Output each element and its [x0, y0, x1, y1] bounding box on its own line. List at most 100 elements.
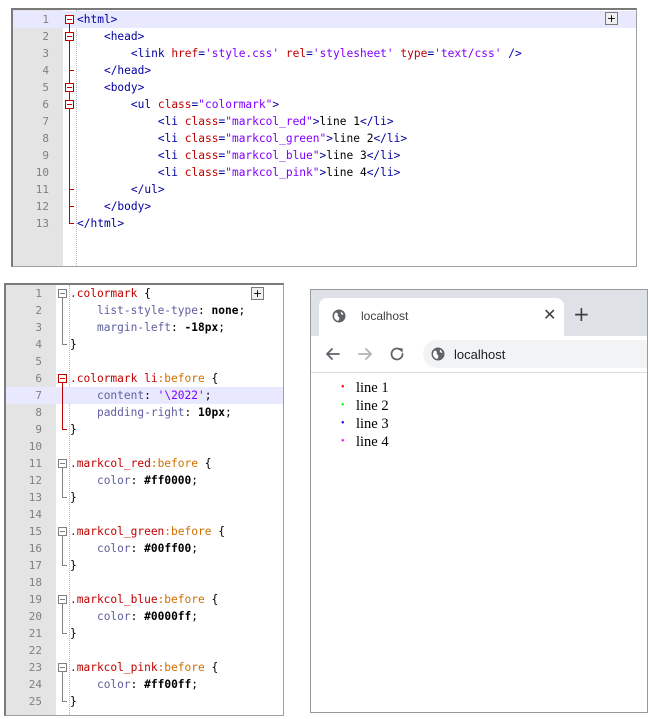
fold-collapse-icon[interactable]: [65, 83, 74, 92]
code-line[interactable]: 8 padding-right: 10px;: [6, 404, 283, 421]
forward-arrow-icon[interactable]: [355, 344, 375, 364]
fold-collapse-icon[interactable]: [58, 459, 67, 468]
line-number: 10: [28, 440, 42, 453]
code-line[interactable]: 9}: [6, 421, 283, 438]
fold-end-marker: [69, 206, 74, 207]
code-line[interactable]: 9 <li class="markcol_blue">line 3</li>: [13, 147, 636, 164]
line-number: 6: [35, 372, 42, 385]
code-line[interactable]: 24 color: #ff00ff;: [6, 676, 283, 693]
code-line[interactable]: 25}: [6, 693, 283, 710]
css-code-editor[interactable]: 1 .colormark {2 list-style-type: none; 3 m…: [4, 283, 284, 716]
code-line[interactable]: 5: [6, 353, 283, 370]
fold-collapse-icon[interactable]: [58, 527, 67, 536]
close-icon[interactable]: ✕: [543, 306, 556, 324]
line-number: 16: [28, 542, 42, 555]
line-number: 4: [42, 64, 49, 77]
code-line[interactable]: 7 <li class="markcol_red">line 1</li>: [13, 113, 636, 130]
fold-collapse-icon[interactable]: [58, 289, 67, 298]
code-text: color: #00ff00;: [96, 542, 199, 555]
tab-localhost[interactable]: localhost ✕: [319, 298, 564, 336]
code-line[interactable]: 20 color: #0000ff;: [6, 608, 283, 625]
line-number: 7: [42, 115, 49, 128]
tab-strip: localhost ✕ +: [311, 290, 647, 336]
html-code-editor[interactable]: 1 <html> 2 <head> 3 <link href='style.css' …: [11, 8, 637, 267]
code-line[interactable]: 2 <head>: [13, 28, 636, 45]
line-number: 6: [42, 98, 49, 111]
reload-icon[interactable]: [387, 344, 407, 364]
code-line[interactable]: 18: [6, 574, 283, 591]
line-number: 8: [42, 132, 49, 145]
code-line[interactable]: 8 <li class="markcol_green">line 2</li>: [13, 130, 636, 147]
code-line[interactable]: 6 .colormark li:before {: [6, 370, 283, 387]
fold-end-marker: [69, 223, 74, 224]
line-number: 2: [42, 30, 49, 43]
code-line[interactable]: 12 color: #ff0000;: [6, 472, 283, 489]
line-number: 18: [28, 576, 42, 589]
line-number: 9: [42, 149, 49, 162]
code-line[interactable]: 19 .markcol_blue:before {: [6, 591, 283, 608]
line-number: 24: [28, 678, 42, 691]
fold-end-marker: [69, 70, 74, 71]
fold-collapse-icon[interactable]: [58, 374, 67, 383]
address-text: localhost: [454, 347, 506, 362]
fold-collapse-icon[interactable]: [58, 595, 67, 604]
code-line[interactable]: 4}: [6, 336, 283, 353]
new-tab-button[interactable]: +: [573, 304, 590, 324]
line-number: 19: [28, 593, 42, 606]
code-text: color: #ff0000;: [96, 474, 199, 487]
code-line[interactable]: 16 color: #00ff00;: [6, 540, 283, 557]
bullet-icon: •: [341, 400, 345, 411]
fold-collapse-icon[interactable]: [65, 32, 74, 41]
code-line[interactable]: 11 </ul>: [13, 181, 636, 198]
back-arrow-icon[interactable]: [323, 344, 343, 364]
fold-toggle-button[interactable]: +: [251, 287, 264, 300]
code-text: color: #0000ff;: [96, 610, 199, 623]
code-text: <li class="markcol_green">line 2</li>: [157, 132, 408, 145]
fold-collapse-icon[interactable]: [65, 100, 74, 109]
code-line[interactable]: 7 content: '\2022';: [6, 387, 283, 404]
code-line[interactable]: 15 .markcol_green:before {: [6, 523, 283, 540]
code-line[interactable]: 6 <ul class="colormark">: [13, 96, 636, 113]
code-line[interactable]: 17}: [6, 557, 283, 574]
code-line[interactable]: 12 </body>: [13, 198, 636, 215]
fold-guide: [62, 383, 63, 429]
line-number: 11: [28, 457, 42, 470]
code-line[interactable]: 4 </head>: [13, 62, 636, 79]
fold-collapse-icon[interactable]: [65, 15, 74, 24]
line-number: 7: [35, 389, 42, 402]
code-text: <body>: [103, 81, 145, 94]
code-text: .markcol_pink:before {: [70, 661, 219, 674]
code-line[interactable]: 21}: [6, 625, 283, 642]
code-line[interactable]: 23 .markcol_pink:before {: [6, 659, 283, 676]
code-line[interactable]: 13 </html>: [13, 215, 636, 232]
code-text: <html>: [77, 13, 118, 26]
code-line[interactable]: 2 list-style-type: none;: [6, 302, 283, 319]
code-line[interactable]: 14: [6, 506, 283, 523]
code-line[interactable]: 3 <link href='style.css' rel='stylesheet…: [13, 45, 636, 62]
code-text: padding-right: 10px;: [96, 406, 232, 419]
globe-icon: [332, 309, 346, 323]
address-bar[interactable]: localhost: [423, 340, 647, 368]
fold-guide: [62, 536, 63, 565]
fold-guide: [62, 672, 63, 701]
code-line[interactable]: 3 margin-left: -18px;: [6, 319, 283, 336]
code-line[interactable]: 10 <li class="markcol_pink">line 4</li>: [13, 164, 636, 181]
code-line[interactable]: 11 .markcol_red:before {: [6, 455, 283, 472]
code-line[interactable]: 5 <body>: [13, 79, 636, 96]
fold-guide: [62, 468, 63, 497]
code-text: .colormark li:before {: [70, 372, 219, 385]
fold-toggle-button[interactable]: +: [605, 12, 618, 25]
fold-collapse-icon[interactable]: [58, 663, 67, 672]
code-line[interactable]: 22: [6, 642, 283, 659]
page-content: • line 1 • line 2 • line 3 • line 4: [311, 373, 647, 712]
list-item-text: line 4: [356, 434, 389, 450]
code-text: <link href='style.css' rel='stylesheet' …: [130, 47, 522, 60]
list-item-text: line 2: [356, 398, 389, 414]
list-item-text: line 1: [356, 380, 389, 396]
code-line[interactable]: 1 <html>: [13, 11, 636, 28]
code-text: .colormark {: [70, 287, 151, 300]
line-number: 13: [35, 217, 49, 230]
code-line[interactable]: 13}: [6, 489, 283, 506]
code-line[interactable]: 10: [6, 438, 283, 455]
code-line[interactable]: 1 .colormark {: [6, 285, 283, 302]
